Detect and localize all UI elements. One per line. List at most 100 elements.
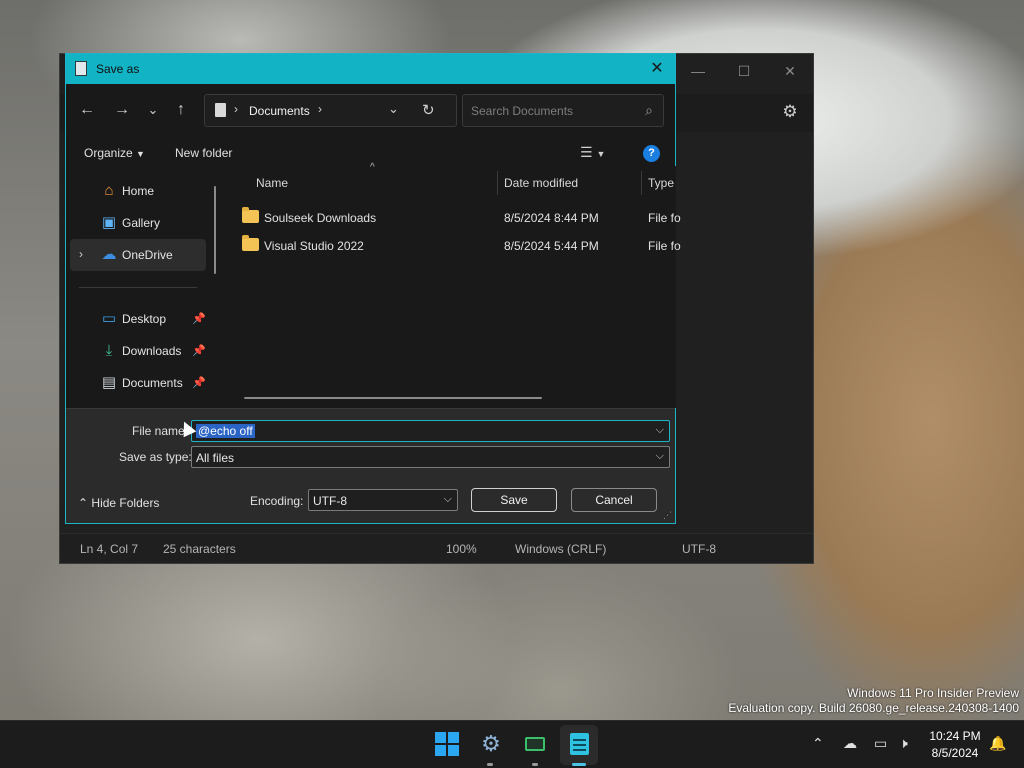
- breadcrumb-chevron-icon[interactable]: ›: [318, 102, 322, 116]
- up-arrow-icon[interactable]: ↑: [168, 98, 194, 122]
- hide-folders-label: Hide Folders: [91, 496, 160, 510]
- filename-field[interactable]: @echo off ⌵: [191, 420, 670, 442]
- save-button[interactable]: Save: [471, 488, 557, 512]
- resize-grip-icon[interactable]: ⋰: [663, 510, 672, 521]
- windows-start-icon[interactable]: [434, 731, 460, 757]
- expand-chevron-icon[interactable]: ›: [79, 247, 83, 261]
- file-date: 8/5/2024 8:44 PM: [504, 211, 599, 225]
- address-dropdown-icon[interactable]: ⌄: [388, 101, 399, 117]
- settings-icon[interactable]: ⚙: [478, 731, 504, 757]
- sidebar-item-gallery[interactable]: ▣ Gallery: [70, 207, 206, 239]
- encoding-label: Encoding:: [250, 494, 304, 508]
- save-type-label: Save as type:: [119, 450, 192, 464]
- gallery-icon: ▣: [101, 214, 117, 231]
- search-box[interactable]: Search Documents ⌕: [462, 94, 664, 127]
- file-name: Visual Studio 2022: [264, 239, 364, 253]
- minimize-button[interactable]: —: [675, 58, 721, 84]
- file-name: Soulseek Downloads: [264, 211, 377, 225]
- sort-ascending-icon: ^: [370, 162, 375, 173]
- breadcrumb-documents[interactable]: Documents: [249, 104, 310, 118]
- chevron-down-icon: ▼: [136, 149, 145, 159]
- view-options-icon[interactable]: ☰ ▼: [580, 144, 605, 161]
- network-icon[interactable]: ▭: [874, 735, 887, 752]
- new-folder-button[interactable]: New folder: [175, 146, 232, 160]
- cancel-button[interactable]: Cancel: [571, 488, 657, 512]
- forward-arrow-icon[interactable]: →: [109, 98, 135, 122]
- task-manager-icon[interactable]: [523, 731, 549, 757]
- sidebar-item-onedrive[interactable]: › ☁ OneDrive: [70, 239, 206, 271]
- column-header-name[interactable]: Name: [256, 176, 288, 190]
- watermark-line2: Evaluation copy. Build 26080.ge_release.…: [728, 701, 1019, 715]
- breadcrumb-separator-icon: ›: [234, 102, 238, 116]
- status-line-ending[interactable]: Windows (CRLF): [515, 542, 606, 556]
- help-icon[interactable]: ?: [643, 145, 660, 162]
- encoding-select[interactable]: UTF-8 ⌵: [308, 489, 458, 511]
- recent-locations-chevron-icon[interactable]: ⌄: [140, 98, 166, 122]
- search-input[interactable]: Search Documents: [471, 104, 573, 118]
- organize-menu[interactable]: Organize ▼: [84, 146, 145, 160]
- back-arrow-icon[interactable]: ←: [74, 98, 100, 122]
- refresh-icon[interactable]: ↻: [422, 101, 435, 119]
- dialog-title: Save as: [96, 62, 140, 76]
- hide-folders-button[interactable]: ⌃ Hide Folders: [78, 496, 159, 510]
- column-separator[interactable]: [497, 171, 498, 195]
- active-indicator: [572, 763, 586, 766]
- pin-icon[interactable]: 📌: [192, 376, 206, 389]
- chevron-down-icon[interactable]: ⌵: [656, 450, 664, 463]
- file-row[interactable]: Visual Studio 2022 8/5/2024 5:44 PM File…: [242, 233, 681, 259]
- status-encoding[interactable]: UTF-8: [682, 542, 716, 556]
- document-icon: [215, 103, 226, 117]
- encoding-value: UTF-8: [313, 494, 347, 508]
- filename-input[interactable]: @echo off: [196, 424, 255, 438]
- address-bar[interactable]: › Documents › ⌄ ↻: [204, 94, 457, 127]
- pin-icon[interactable]: 📌: [192, 344, 206, 357]
- gear-icon[interactable]: ⚙: [779, 101, 801, 123]
- column-header-date[interactable]: Date modified: [504, 176, 578, 190]
- column-separator[interactable]: [641, 171, 642, 195]
- pin-icon[interactable]: 📌: [192, 312, 206, 325]
- notepad-icon[interactable]: [567, 731, 593, 757]
- sidebar-item-home[interactable]: ⌂ Home: [70, 175, 206, 207]
- sidebar-item-documents[interactable]: ▤ Documents 📌: [70, 367, 206, 399]
- sidebar-item-label: Downloads: [122, 344, 182, 358]
- chevron-up-icon[interactable]: ⌃: [812, 735, 824, 752]
- sidebar-divider: [79, 287, 197, 288]
- sidebar-item-label: OneDrive: [122, 248, 173, 262]
- status-char-count: 25 characters: [163, 542, 236, 556]
- cloud-offline-icon[interactable]: ☁: [843, 735, 857, 752]
- clock-date[interactable]: 8/5/2024: [925, 746, 985, 760]
- chevron-down-icon[interactable]: ⌵: [656, 424, 664, 437]
- horizontal-scrollbar[interactable]: [244, 397, 542, 399]
- notification-bell-icon[interactable]: 🔔: [989, 735, 1006, 752]
- volume-muted-icon[interactable]: 🕨: [899, 735, 908, 752]
- chevron-down-icon[interactable]: ⌵: [444, 493, 452, 506]
- document-icon: ▤: [101, 374, 117, 391]
- file-type: File fo: [648, 211, 681, 225]
- sidebar-item-label: Documents: [122, 376, 183, 390]
- save-type-select[interactable]: All files ⌵: [191, 446, 670, 468]
- clock-time[interactable]: 10:24 PM: [925, 729, 985, 743]
- maximize-button[interactable]: ☐: [721, 58, 767, 84]
- dialog-titlebar[interactable]: Save as ✕: [66, 54, 675, 84]
- sidebar-item-desktop[interactable]: ▭ Desktop 📌: [70, 303, 206, 335]
- running-indicator: [487, 763, 493, 766]
- watermark-line1: Windows 11 Pro Insider Preview: [847, 686, 1019, 700]
- download-icon: ⤓: [105, 342, 113, 359]
- close-icon[interactable]: ✕: [645, 57, 669, 81]
- status-zoom[interactable]: 100%: [446, 542, 477, 556]
- file-date: 8/5/2024 5:44 PM: [504, 239, 599, 253]
- status-bar: Ln 4, Col 7 25 characters 100% Windows (…: [60, 533, 813, 563]
- file-row[interactable]: Soulseek Downloads 8/5/2024 8:44 PM File…: [242, 205, 681, 231]
- save-form: File name: @echo off ⌵ Save as type: All…: [66, 408, 675, 523]
- folder-icon: [242, 235, 259, 251]
- notepad-icon: [75, 61, 87, 76]
- taskbar: ⚙ ⌃ ☁ ▭ 🕨 10:24 PM 8/5/2024 🔔: [0, 720, 1024, 768]
- column-header-type[interactable]: Type: [648, 176, 674, 190]
- home-icon: ⌂: [104, 182, 114, 199]
- sidebar-item-downloads[interactable]: ⤓ Downloads 📌: [70, 335, 206, 367]
- close-button[interactable]: ✕: [767, 58, 813, 84]
- status-position: Ln 4, Col 7: [80, 542, 139, 556]
- sidebar-scrollbar[interactable]: [214, 186, 216, 274]
- folder-icon: [242, 207, 259, 223]
- sidebar-item-label: Home: [122, 184, 155, 198]
